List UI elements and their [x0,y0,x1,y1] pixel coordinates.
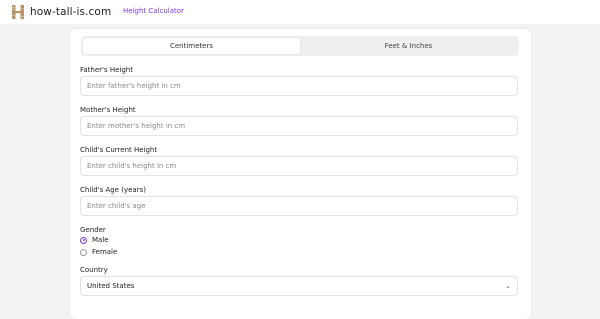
gender-option-label: Female [92,248,118,256]
country-label: Country [80,266,108,274]
chevron-down-icon: ⌄ [505,282,511,290]
child-height-input[interactable] [80,156,518,176]
brand[interactable]: how-tall-is.com [12,4,111,20]
h-ruler-logo-icon [12,5,24,19]
radio-button-female[interactable] [80,248,87,256]
father-height-input[interactable] [80,76,518,96]
country-select[interactable]: United States ⌄ [80,276,518,296]
radio-button-male[interactable] [80,236,87,244]
child-age-input[interactable] [80,196,518,216]
tab-centimeters[interactable]: Centimeters [83,38,300,54]
gender-option-female[interactable]: Female [80,248,117,256]
tab-feet-inches[interactable]: Feet & Inches [300,38,517,54]
top-navbar: how-tall-is.com Height Calculator [0,0,600,24]
gender-label: Gender [80,226,106,234]
mother-height-input[interactable] [80,116,518,136]
father-height-label: Father's Height [80,66,133,74]
child-height-label: Child's Current Height [80,146,158,154]
child-age-label: Child's Age (years) [80,186,146,194]
gender-option-male[interactable]: Male [80,236,109,244]
nav-link-height-calculator[interactable]: Height Calculator [123,7,184,15]
brand-name[interactable]: how-tall-is.com [30,6,111,18]
gender-option-label: Male [92,236,109,244]
calculator-card: Centimeters Feet & Inches Father's Heigh… [70,29,531,319]
unit-tabs: Centimeters Feet & Inches [81,36,519,56]
country-selected-value: United States [87,282,135,290]
mother-height-label: Mother's Height [80,106,136,114]
